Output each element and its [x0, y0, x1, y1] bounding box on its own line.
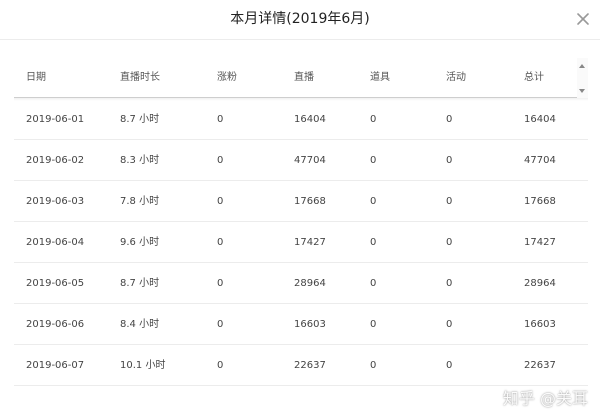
- cell-total: 17427: [524, 237, 556, 248]
- cell-live: 17427: [294, 237, 326, 248]
- cell-live: 17668: [294, 196, 326, 207]
- cell-fans-gained: 0: [217, 196, 224, 207]
- dialog-header: 本月详情(2019年6月): [0, 0, 600, 40]
- cell-activity: 0: [446, 237, 453, 248]
- cell-props: 0: [370, 319, 377, 330]
- cell-live-duration: 9.6 小时: [120, 237, 160, 248]
- cell-live: 16404: [294, 114, 326, 125]
- cell-fans-gained: 0: [217, 319, 224, 330]
- cell-date: 2019-06-03: [26, 196, 85, 207]
- table-row: 2019-06-05 8.7 小时 0 28964 0 0 28964: [14, 263, 588, 304]
- cell-live-duration: 8.7 小时: [120, 114, 160, 125]
- table-scrollbar[interactable]: [577, 58, 588, 98]
- cell-live-duration: 7.8 小时: [120, 196, 160, 207]
- cell-live: 16603: [294, 319, 326, 330]
- table-row: 2019-06-03 7.8 小时 0 17668 0 0 17668: [14, 181, 588, 222]
- cell-total: 28964: [524, 278, 556, 289]
- cell-total: 17668: [524, 196, 556, 207]
- cell-date: 2019-06-01: [26, 114, 85, 125]
- cell-props: 0: [370, 278, 377, 289]
- column-header-live: 直播: [294, 72, 314, 83]
- column-header-total: 总计: [524, 72, 544, 83]
- cell-date: 2019-06-06: [26, 319, 85, 330]
- table-row: 2019-06-02 8.3 小时 0 47704 0 0 47704: [14, 140, 588, 181]
- close-icon: [577, 13, 589, 25]
- cell-live: 28964: [294, 278, 326, 289]
- details-dialog: 本月详情(2019年6月) 日期 直播时长 涨粉 直播 道具 活动 总计 201…: [0, 0, 600, 415]
- cell-date: 2019-06-04: [26, 237, 85, 248]
- column-header-date: 日期: [26, 72, 46, 83]
- column-header-activity: 活动: [446, 72, 466, 83]
- cell-live-duration: 8.7 小时: [120, 278, 160, 289]
- cell-live-duration: 10.1 小时: [120, 360, 166, 371]
- cell-props: 0: [370, 360, 377, 371]
- cell-props: 0: [370, 237, 377, 248]
- column-header-props: 道具: [370, 72, 390, 83]
- cell-props: 0: [370, 155, 377, 166]
- cell-live: 47704: [294, 155, 326, 166]
- cell-props: 0: [370, 196, 377, 207]
- cell-live: 22637: [294, 360, 326, 371]
- table-row: 2019-06-07 10.1 小时 0 22637 0 0 22637: [14, 345, 588, 386]
- cell-activity: 0: [446, 278, 453, 289]
- table-body: 2019-06-01 8.7 小时 0 16404 0 0 16404 2019…: [14, 99, 588, 386]
- cell-total: 22637: [524, 360, 556, 371]
- cell-total: 16404: [524, 114, 556, 125]
- cell-fans-gained: 0: [217, 237, 224, 248]
- scroll-down-icon[interactable]: [579, 89, 585, 93]
- dialog-title: 本月详情(2019年6月): [230, 11, 370, 27]
- cell-activity: 0: [446, 196, 453, 207]
- table-row: 2019-06-01 8.7 小时 0 16404 0 0 16404: [14, 99, 588, 140]
- cell-live-duration: 8.4 小时: [120, 319, 160, 330]
- cell-total: 47704: [524, 155, 556, 166]
- table-row: 2019-06-06 8.4 小时 0 16603 0 0 16603: [14, 304, 588, 345]
- cell-date: 2019-06-02: [26, 155, 85, 166]
- column-header-fans-gained: 涨粉: [217, 72, 237, 83]
- cell-activity: 0: [446, 114, 453, 125]
- scroll-up-icon[interactable]: [579, 64, 585, 68]
- cell-fans-gained: 0: [217, 155, 224, 166]
- cell-activity: 0: [446, 319, 453, 330]
- cell-date: 2019-06-05: [26, 278, 85, 289]
- cell-activity: 0: [446, 155, 453, 166]
- cell-props: 0: [370, 114, 377, 125]
- cell-fans-gained: 0: [217, 360, 224, 371]
- cell-fans-gained: 0: [217, 278, 224, 289]
- watermark: 知乎 @关耳: [502, 389, 588, 408]
- details-table: 日期 直播时长 涨粉 直播 道具 活动 总计 2019-06-01 8.7 小时…: [14, 58, 588, 415]
- table-row: 2019-06-04 9.6 小时 0 17427 0 0 17427: [14, 222, 588, 263]
- cell-fans-gained: 0: [217, 114, 224, 125]
- column-header-live-duration: 直播时长: [120, 72, 160, 83]
- cell-total: 16603: [524, 319, 556, 330]
- cell-activity: 0: [446, 360, 453, 371]
- cell-live-duration: 8.3 小时: [120, 155, 160, 166]
- table-header: 日期 直播时长 涨粉 直播 道具 活动 总计: [14, 58, 588, 98]
- cell-date: 2019-06-07: [26, 360, 85, 371]
- close-button[interactable]: [576, 12, 590, 26]
